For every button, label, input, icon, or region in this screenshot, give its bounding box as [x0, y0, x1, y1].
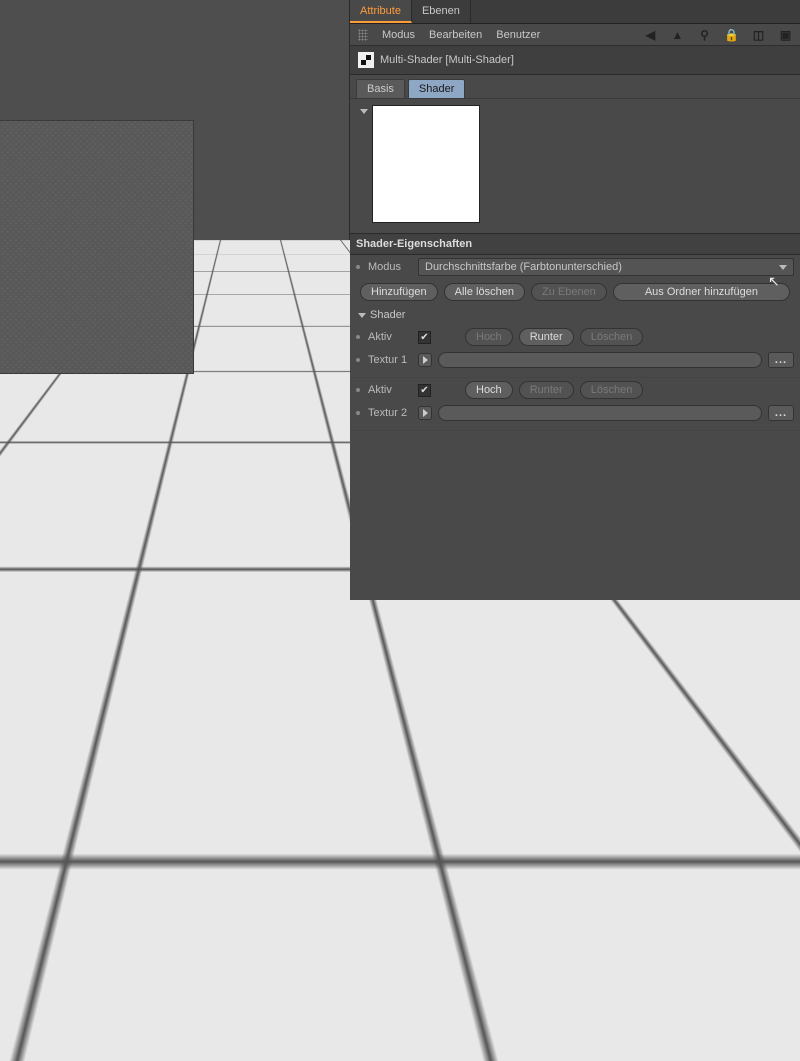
menu-bearbeiten[interactable]: Bearbeiten	[429, 29, 482, 41]
inner-tab-shader[interactable]: Shader	[408, 79, 465, 98]
textur-menu-button-1[interactable]	[418, 353, 432, 367]
inner-tab-row: Basis Shader	[350, 75, 800, 98]
loeschen-button-1: Löschen	[580, 328, 644, 346]
param-dot	[356, 358, 360, 362]
action-button-row: Hinzufügen Alle löschen Zu Ebenen Aus Or…	[350, 279, 800, 305]
nav-up-icon[interactable]: ▲	[671, 28, 684, 41]
viewport-3d[interactable]	[0, 0, 350, 600]
param-dot	[356, 411, 360, 415]
search-icon[interactable]: ⚲	[698, 28, 711, 41]
textur-menu-button-2[interactable]	[418, 406, 432, 420]
panel-tab-row: Attribute Ebenen	[350, 0, 800, 24]
textur-field-2[interactable]	[438, 405, 762, 421]
scene-cube[interactable]	[0, 120, 194, 374]
menu-modus[interactable]: Modus	[382, 29, 415, 41]
preview-area	[350, 98, 800, 233]
aktiv-checkbox-1[interactable]: ✔	[418, 331, 431, 344]
chevron-down-icon	[779, 265, 787, 270]
textur-field-1[interactable]	[438, 352, 762, 368]
param-dot	[356, 388, 360, 392]
multishader-icon	[358, 52, 374, 68]
to-layers-button: Zu Ebenen	[531, 283, 607, 301]
nav-back-icon[interactable]: ◀	[644, 28, 657, 41]
attribute-panel: Attribute Ebenen Modus Bearbeiten Benutz…	[350, 0, 800, 600]
menu-benutzer[interactable]: Benutzer	[496, 29, 540, 41]
section-header: Shader-Eigenschaften	[350, 233, 800, 255]
shader-entry-1: Aktiv ✔ Hoch Runter Löschen Textur 1 ...	[350, 325, 800, 378]
aktiv-label: Aktiv	[368, 331, 412, 343]
modus-value: Durchschnittsfarbe (Farbtonunterschied)	[425, 261, 622, 273]
modus-label: Modus	[368, 261, 412, 273]
aktiv-checkbox-2[interactable]: ✔	[418, 384, 431, 397]
shader-entry-2: Aktiv ✔ Hoch Runter Löschen Textur 2 ...	[350, 378, 800, 431]
caret-down-icon	[358, 313, 366, 318]
param-dot	[356, 335, 360, 339]
tab-ebenen[interactable]: Ebenen	[412, 0, 471, 23]
aktiv-label: Aktiv	[368, 384, 412, 396]
shader-preview[interactable]	[372, 105, 480, 223]
inner-tab-basis[interactable]: Basis	[356, 79, 405, 98]
textur-label-2: Textur 2	[368, 407, 412, 419]
modus-dropdown[interactable]: Durchschnittsfarbe (Farbtonunterschied)	[418, 258, 794, 276]
textur-label-1: Textur 1	[368, 354, 412, 366]
from-folder-button[interactable]: Aus Ordner hinzufügen	[613, 283, 790, 301]
object-title: Multi-Shader [Multi-Shader]	[380, 54, 514, 66]
modus-row: Modus Durchschnittsfarbe (Farbtonuntersc…	[350, 255, 800, 279]
lock-icon[interactable]: 🔒	[725, 28, 738, 41]
runter-button-2: Runter	[519, 381, 574, 399]
delete-all-button[interactable]: Alle löschen	[444, 283, 525, 301]
new-icon[interactable]: ◫	[752, 28, 765, 41]
runter-button-1[interactable]: Runter	[519, 328, 574, 346]
menubar: Modus Bearbeiten Benutzer ◀ ▲ ⚲ 🔒 ◫ ▣	[350, 24, 800, 46]
loeschen-button-2: Löschen	[580, 381, 644, 399]
param-dot	[356, 265, 360, 269]
textur-browse-button-1[interactable]: ...	[768, 352, 794, 368]
maximize-icon[interactable]: ▣	[779, 28, 792, 41]
shader-subheader[interactable]: Shader	[350, 305, 800, 325]
object-title-row: Multi-Shader [Multi-Shader]	[350, 46, 800, 75]
textur-browse-button-2[interactable]: ...	[768, 405, 794, 421]
hoch-button-1: Hoch	[465, 328, 513, 346]
tab-attribute[interactable]: Attribute	[350, 0, 412, 23]
hoch-button-2[interactable]: Hoch	[465, 381, 513, 399]
add-button[interactable]: Hinzufügen	[360, 283, 438, 301]
preview-caret-icon[interactable]	[360, 109, 368, 114]
grip-icon[interactable]	[358, 29, 368, 41]
